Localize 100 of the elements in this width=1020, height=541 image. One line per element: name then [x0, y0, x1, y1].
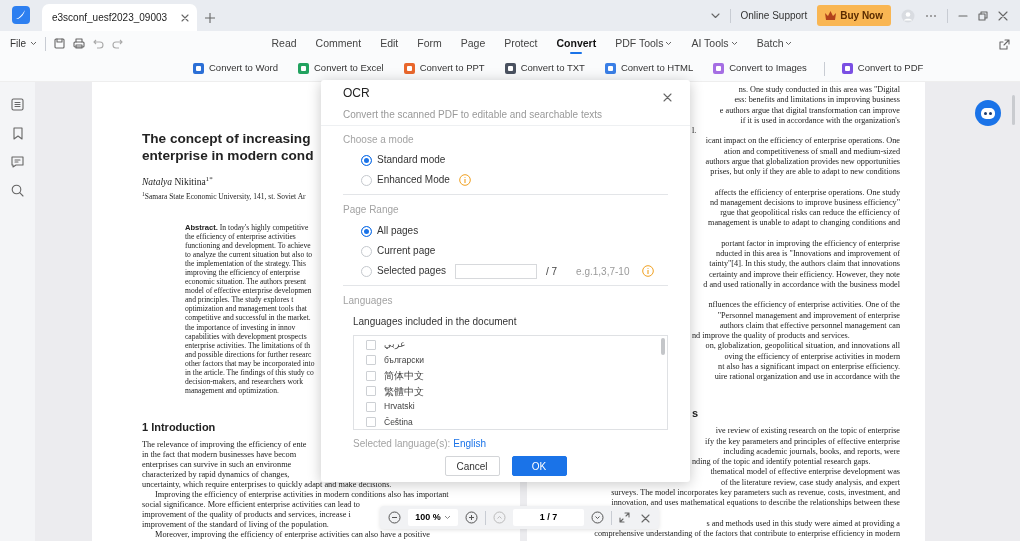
checkbox[interactable] [366, 401, 376, 412]
save-icon[interactable] [54, 38, 66, 49]
radio-label[interactable]: Enhanced Mode [377, 174, 450, 186]
caret-icon [443, 515, 451, 520]
body-text: nfluences the efficiency of enterprise activities. One of the [708, 300, 900, 311]
restore-icon[interactable] [978, 10, 988, 21]
close-icon[interactable] [641, 513, 650, 523]
body-text: Moreover, improving the efficiency of enterprise activities can also have a positive [154, 530, 431, 541]
radio-button[interactable] [361, 225, 372, 237]
languages-caption: Languages included in the document [353, 315, 518, 329]
page-range-field[interactable] [454, 263, 537, 279]
language-label[interactable]: български [384, 353, 424, 367]
next-page-icon[interactable] [591, 511, 604, 524]
section-heading: 1 Introduction [142, 419, 216, 434]
section-label: Languages [343, 294, 394, 308]
cancel-button[interactable]: Cancel [444, 456, 500, 476]
convert-tool-button[interactable]: Convert to TXT [504, 61, 585, 76]
ok-button[interactable]: OK [511, 456, 567, 476]
convert-tool-button[interactable]: Convert to Word [193, 61, 278, 76]
body-text: "Personnel management and improvement of enterprise [717, 310, 900, 321]
ribbon-tab[interactable]: Convert [547, 31, 606, 56]
ribbon-tab[interactable]: Comment [306, 31, 371, 56]
convert-tool-button[interactable]: Convert to PPT [403, 61, 485, 76]
language-label[interactable]: عربي [384, 338, 405, 352]
chevron-down-icon[interactable] [710, 12, 720, 19]
body-text: authors argue that globalization provides new opportunities [705, 156, 900, 167]
close-icon[interactable] [663, 92, 672, 102]
author-name: Natalya Nikitina$^{1*}$ [142, 176, 213, 188]
body-text: thematical model of effective enterprise development was [710, 467, 900, 478]
body-text: if it is used in accordance with the organization's [740, 115, 900, 126]
checkbox[interactable] [366, 339, 376, 350]
info-icon[interactable] [642, 265, 655, 277]
ribbon-tab[interactable]: Page [451, 31, 495, 56]
fullscreen-icon[interactable] [619, 512, 630, 523]
body-text: oving the efficiency of enterprise activities in modern [724, 351, 900, 362]
convert-tool-button[interactable]: Convert to Images [713, 61, 807, 76]
document-tab[interactable]: e3sconf_uesf2023_09003 [42, 4, 198, 31]
checkbox[interactable] [366, 386, 376, 397]
ribbon-tab[interactable]: Batch [747, 31, 802, 56]
convert-tool-button[interactable]: Convert to Excel [298, 61, 384, 76]
comment-icon[interactable] [11, 156, 24, 168]
body-text: ns. One study conducted in this area was "Digital [738, 85, 900, 96]
body-text: surveys. The model incorporates key parameters such as revenue, costs, investment, and [611, 487, 900, 498]
print-icon[interactable] [73, 38, 86, 49]
file-menu[interactable]: File [10, 36, 38, 51]
ribbon-tab[interactable]: Read [262, 31, 307, 56]
radio-label[interactable]: Current page [377, 245, 436, 257]
online-support-link[interactable]: Online Support [740, 8, 808, 23]
buy-now-button[interactable]: Buy Now [817, 5, 891, 26]
close-icon[interactable] [181, 13, 190, 22]
info-icon[interactable] [458, 174, 471, 186]
assistant-robot-icon[interactable] [975, 100, 1001, 126]
undo-icon[interactable] [93, 38, 105, 49]
redo-icon[interactable] [112, 38, 124, 49]
checkbox[interactable] [366, 355, 376, 366]
zoom-in-icon[interactable] [465, 511, 478, 524]
page-list-icon[interactable] [11, 98, 24, 111]
body-text: authors claim that effective personnel management can [719, 320, 900, 331]
body-text: management is unable to adapt to changing conditions and [708, 218, 900, 229]
language-label[interactable]: Hrvatski [384, 400, 415, 414]
ribbon-tab[interactable]: PDF Tools [605, 31, 682, 56]
language-label[interactable]: Čeština [384, 415, 413, 429]
zoom-out-icon[interactable] [388, 511, 401, 524]
selected-language-link[interactable]: English [453, 438, 487, 449]
radio-button[interactable] [361, 154, 372, 166]
plus-icon[interactable] [205, 12, 216, 23]
body-text: nding of the topic and identify potential research gaps. [692, 457, 871, 468]
radio-label[interactable]: Selected pages [377, 265, 446, 277]
convert-tool-button[interactable]: Convert to HTML [604, 61, 694, 76]
checkbox[interactable] [366, 417, 376, 428]
bookmark-icon[interactable] [11, 127, 24, 140]
open-external-icon[interactable] [999, 38, 1010, 50]
tab-label: e3sconf_uesf2023_09003 [52, 11, 168, 25]
page-total: / 7 [545, 264, 558, 279]
zoom-field[interactable]: 100 % [408, 509, 458, 526]
page-number-field[interactable]: 1 / 7 [513, 509, 584, 526]
search-icon[interactable] [11, 184, 24, 197]
radio-button[interactable] [361, 265, 372, 277]
more-icon[interactable] [925, 13, 937, 18]
language-label[interactable]: 简体中文 [384, 368, 424, 384]
ribbon-tab[interactable]: Form [407, 31, 452, 56]
radio-button[interactable] [361, 174, 372, 186]
scrollbar[interactable] [1012, 95, 1015, 125]
ribbon-tab[interactable]: Protect [494, 31, 547, 56]
dialog-subtitle: Convert the scanned PDF to editable and searchable texts [343, 108, 604, 122]
close-icon[interactable] [998, 10, 1008, 21]
language-label[interactable]: 繁體中文 [384, 383, 424, 399]
body-text: nt also has a significant impact on enterprise efficiency. [718, 361, 900, 372]
app-logo-icon[interactable] [12, 6, 30, 24]
body-text: d and used rationally in accordance with the business model [703, 279, 900, 290]
ribbon-tab[interactable]: AI Tools [681, 31, 748, 56]
radio-label[interactable]: All pages [377, 225, 419, 237]
radio-button[interactable] [361, 245, 372, 257]
ribbon-tab[interactable]: Edit [370, 31, 408, 56]
radio-label[interactable]: Standard mode [377, 154, 446, 166]
body-text: uncertainty, which require enterprises to quickly adapt and make decisions. [142, 480, 392, 491]
checkbox[interactable] [366, 370, 376, 381]
convert-tool-button[interactable]: Convert to PDF [841, 61, 924, 76]
scrollbar[interactable] [661, 338, 665, 355]
body-text: innovation, and uses mathematical equations to describe the relationships between these [611, 498, 900, 509]
